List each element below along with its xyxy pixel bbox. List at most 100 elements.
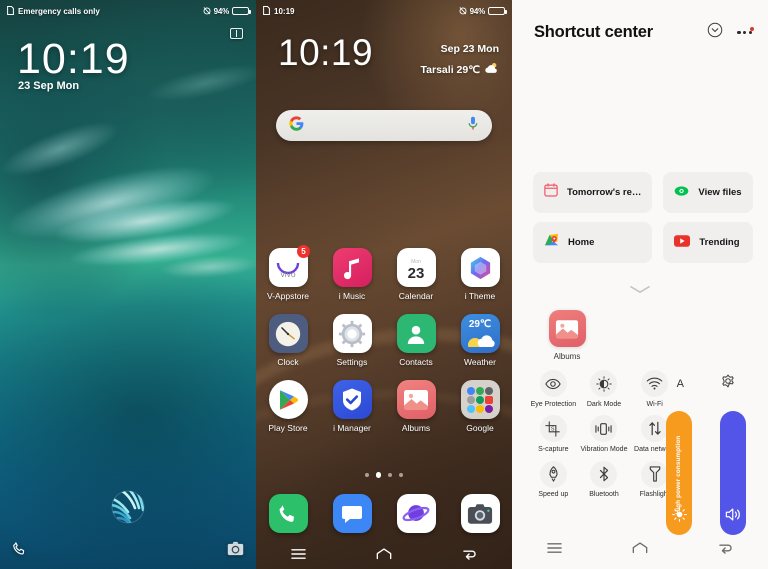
app-icon-calendar[interactable]: Mon 23 Calendar [388,248,444,301]
recents-menu-icon[interactable] [547,541,562,559]
lock-screen-widget-icon[interactable] [230,28,243,39]
app-label: Settings [336,357,368,367]
google-search-bar[interactable] [276,110,492,141]
sliders-area: High power consumption [658,405,754,535]
lock-screen-panel: Emergency calls only 94% 10:19 23 Sep Mo… [0,0,256,569]
toggle-label: Vibration Mode [580,445,628,453]
gear-icon[interactable] [721,374,735,393]
albums-icon [548,310,586,347]
calendar-icon [544,183,558,202]
shortcut-cards-grid: Tomorrow's re… View files Home Trending [533,172,753,263]
shortcut-card-label: Tomorrow's re… [567,187,642,198]
notification-badge: 5 [297,245,310,258]
microphone-icon[interactable] [467,116,479,136]
page-dot[interactable] [399,472,404,477]
youtube-icon [674,234,691,252]
toggle-s-capture[interactable]: S S-capture [528,415,579,454]
itheme-icon [460,248,500,287]
app-icon-i-theme[interactable]: i Theme [452,248,508,301]
phone-icon[interactable] [12,541,27,561]
battery-icon [232,7,251,15]
app-row: Clock Settings Contacts 29℃ Weather [256,314,512,367]
toggle-label: Speed up [538,491,569,498]
app-label: i Music [338,291,366,301]
app-icon-albums[interactable]: Albums [388,380,444,433]
home-nav-bar [256,543,512,569]
app-label: Weather [464,357,496,367]
app-icon-i-music[interactable]: i Music [324,248,380,301]
calendar-day-number: 23 [407,264,425,282]
camera-icon[interactable] [227,541,244,561]
google-g-icon [289,115,304,136]
app-icon-v-appstore[interactable]: 5 vivo V-Appstore [260,245,316,301]
three-panel-screenshot: Emergency calls only 94% 10:19 23 Sep Mo… [0,0,768,569]
toggle-speed-up[interactable]: Speed up [528,460,579,500]
contacts-icon [396,314,436,353]
toggle-label: Dark Mode [586,400,622,408]
page-title: Shortcut center [534,23,653,41]
chevron-down-icon[interactable] [512,285,768,294]
app-label: Contacts [399,357,433,367]
back-icon[interactable] [462,547,477,565]
weather-date: Sep 23 Mon [440,43,499,55]
recent-app-albums[interactable]: Albums [537,310,597,361]
app-icon-play-store[interactable]: Play Store [260,380,316,433]
app-label: i Manager [333,423,371,433]
fingerprint-sensor-icon[interactable] [107,486,149,528]
volume-icon [725,507,742,527]
toggle-dark-mode[interactable]: Dark Mode [579,370,630,409]
lock-carrier-label: Emergency calls only [18,6,100,16]
shortcut-card-tomorrows-reminder[interactable]: Tomorrow's re… [533,172,653,213]
shortcut-card-trending[interactable]: Trending [663,222,753,263]
google-folder-icon [460,380,500,419]
vibration-icon [590,415,618,443]
lock-battery-percent: 94% [213,6,230,16]
volume-slider[interactable] [720,411,746,535]
page-dot-active[interactable] [375,472,382,478]
auto-brightness-toggle[interactable]: A [677,378,684,390]
home-icon[interactable] [632,541,648,559]
brightness-slider[interactable]: High power consumption [666,411,692,535]
notification-dot [749,26,754,32]
shortcut-card-home[interactable]: Home [533,222,653,263]
clock-icon [268,314,308,353]
dock-camera-icon[interactable] [460,494,500,533]
lock-date: 23 Sep Mon [18,80,80,92]
page-dot[interactable] [388,472,393,477]
lock-clock: 10:19 [17,35,130,83]
home-clock-widget[interactable]: 10:19 [278,34,373,71]
dock-phone-icon[interactable] [268,494,308,533]
recents-menu-icon[interactable] [291,547,306,565]
calendar-icon: Mon 23 [396,248,436,287]
weather-location-temp: Tarsali 29℃ [420,63,480,76]
more-options-icon[interactable] [737,26,754,35]
svg-text:vivo: vivo [280,269,295,279]
shortcut-center-header: Shortcut center [534,22,754,43]
app-label: Play Store [268,423,308,433]
weather-icon: 29℃ [460,314,500,353]
shortcut-card-view-files[interactable]: View files [663,172,753,213]
maps-icon [544,233,559,253]
alarm-off-icon [459,6,467,17]
app-icon-clock[interactable]: Clock [260,314,316,367]
back-icon[interactable] [718,541,733,559]
imanager-shield-icon [332,380,372,419]
page-dot[interactable] [364,472,369,477]
app-icon-i-manager[interactable]: i Manager [324,380,380,433]
toggle-bluetooth[interactable]: Bluetooth [579,460,630,500]
dock-messages-icon[interactable] [332,494,372,533]
toggle-eye-protection[interactable]: Eye Protection [528,370,579,409]
chevron-down-circle-icon[interactable] [707,22,723,43]
weather-widget[interactable]: Sep 23 Mon Tarsali 29℃ [421,43,499,77]
app-icon-weather[interactable]: 29℃ Weather [452,314,508,367]
toggle-label: Bluetooth [589,491,619,498]
dock-browser-planet-icon[interactable] [396,494,436,533]
shortcut-center-nav-bar [512,537,768,563]
app-icon-settings[interactable]: Settings [324,314,380,367]
home-icon[interactable] [376,547,392,565]
app-label: Google [466,423,494,433]
lock-status-bar: Emergency calls only 94% [0,0,256,22]
app-icon-contacts[interactable]: Contacts [388,314,444,367]
toggle-vibration-mode[interactable]: Vibration Mode [579,415,630,454]
app-folder-google[interactable]: Google [452,380,508,433]
